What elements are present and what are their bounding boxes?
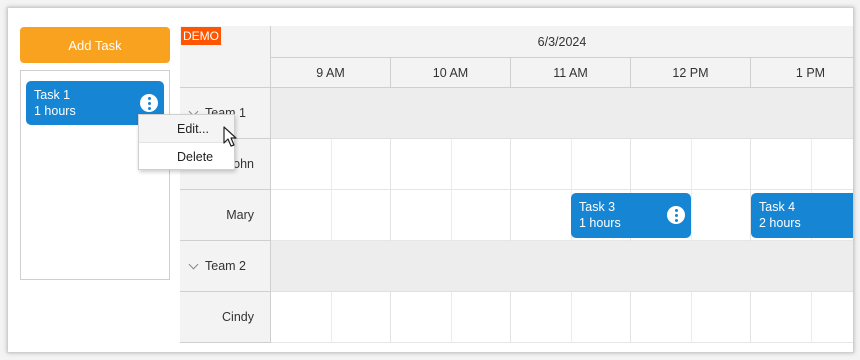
resource-row-cells[interactable] bbox=[271, 139, 853, 190]
resource-row-john: John bbox=[180, 139, 853, 190]
more-vert-icon[interactable] bbox=[667, 206, 685, 224]
task-name: Task 1 bbox=[34, 88, 71, 102]
add-task-button[interactable]: Add Task bbox=[20, 27, 170, 63]
group-row-team-2: Team 2 bbox=[180, 241, 853, 292]
demo-badge: DEMO bbox=[181, 27, 221, 45]
resource-header: Cindy bbox=[180, 292, 271, 343]
task-name: Task 4 bbox=[759, 200, 796, 214]
hour-header-cell: 12 PM bbox=[631, 58, 751, 87]
menu-item-edit[interactable]: Edit... bbox=[139, 115, 234, 142]
hour-header-cell: 1 PM bbox=[751, 58, 853, 87]
menu-item-delete[interactable]: Delete bbox=[139, 143, 234, 170]
task-queue: Task 1 1 hours bbox=[20, 70, 170, 280]
group-row-team-1: Team 1 bbox=[180, 88, 853, 139]
scheduled-task-card[interactable]: Task 4 2 hours bbox=[751, 193, 853, 238]
day-header: 6/3/2024 bbox=[271, 26, 853, 58]
group-label: Team 2 bbox=[205, 259, 246, 273]
resource-row-cindy: Cindy bbox=[180, 292, 853, 343]
group-row-cells bbox=[271, 241, 853, 292]
mouse-pointer-icon bbox=[223, 126, 237, 147]
scheduler-corner: DEMO bbox=[180, 26, 271, 88]
context-menu: Edit... Delete bbox=[138, 114, 235, 170]
hour-header-cell: 9 AM bbox=[271, 58, 391, 87]
group-row-cells bbox=[271, 88, 853, 139]
scheduler: DEMO 6/3/2024 9 AM 10 AM 11 AM 12 PM 1 P… bbox=[180, 26, 853, 352]
chevron-down-icon[interactable] bbox=[188, 259, 199, 270]
more-vert-icon[interactable] bbox=[140, 94, 158, 112]
resource-row-cells[interactable] bbox=[271, 292, 853, 343]
task-duration: 2 hours bbox=[759, 216, 801, 230]
resource-row-cells[interactable]: Task 3 1 hours Task 4 2 hours bbox=[271, 190, 853, 241]
app-frame: Add Task Task 1 1 hours DEMO 6/3/2024 9 … bbox=[7, 7, 854, 353]
hour-header: 9 AM 10 AM 11 AM 12 PM 1 PM bbox=[271, 58, 853, 88]
hour-header-cell: 10 AM bbox=[391, 58, 511, 87]
scheduled-task-card[interactable]: Task 3 1 hours bbox=[571, 193, 691, 238]
hour-header-cell: 11 AM bbox=[511, 58, 631, 87]
resource-row-mary: Mary Task 3 1 hours Task 4 2 hours bbox=[180, 190, 853, 241]
resource-header: Mary bbox=[180, 190, 271, 241]
group-header[interactable]: Team 2 bbox=[180, 241, 271, 292]
